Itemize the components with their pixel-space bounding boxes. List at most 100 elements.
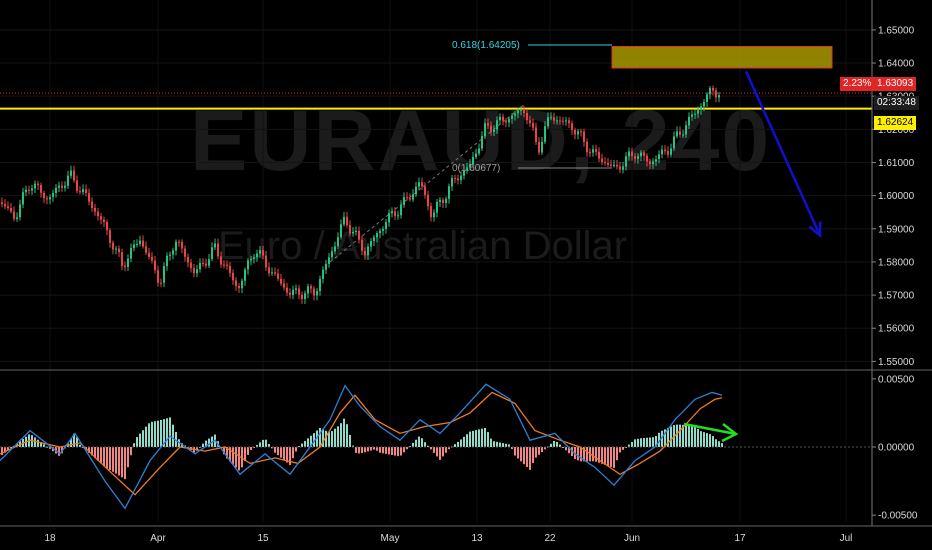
histogram-bar <box>343 418 345 447</box>
candle-body <box>379 230 381 234</box>
candle-body <box>292 289 294 296</box>
candle-body <box>571 123 573 130</box>
histogram-bar <box>37 439 39 447</box>
candle-body <box>217 243 219 257</box>
histogram-bar <box>532 447 534 464</box>
candle-body <box>499 116 501 121</box>
histogram-bar <box>334 428 336 447</box>
histogram-bar <box>676 424 678 447</box>
candle-body <box>520 109 522 111</box>
candle-body <box>163 266 165 283</box>
histogram-bar <box>529 447 531 470</box>
candle-body <box>433 212 435 217</box>
histogram-bar <box>715 439 717 447</box>
candle-body <box>409 198 411 200</box>
candle-body <box>184 248 186 257</box>
histogram-bar <box>454 444 456 447</box>
histogram-bar <box>283 447 285 461</box>
candle-body <box>40 185 42 193</box>
candle-body <box>130 248 132 259</box>
histogram-bar <box>262 439 264 447</box>
candle-body <box>208 259 210 266</box>
candle-body <box>340 224 342 238</box>
histogram-bar <box>250 447 252 450</box>
candle-body <box>646 155 648 162</box>
target-zone-rect <box>611 45 833 69</box>
candle-body <box>148 252 150 257</box>
histogram-bar <box>361 447 363 454</box>
last-price-label: 1.63093 <box>874 77 917 91</box>
candle-body <box>256 253 258 258</box>
candle-body <box>412 194 414 200</box>
candle-body <box>556 120 558 122</box>
candle-body <box>688 116 690 126</box>
candle-body <box>397 215 399 217</box>
candle-body <box>532 123 534 128</box>
histogram-bar <box>328 432 330 447</box>
histogram-bar <box>709 434 711 447</box>
candle-body <box>691 114 693 117</box>
histogram-bar <box>712 436 714 447</box>
candle-body <box>262 250 264 256</box>
price-chart[interactable]: 1.650001.640001.630001.620001.610001.600… <box>0 0 932 550</box>
candle-body <box>100 216 102 220</box>
candle-body <box>268 267 270 274</box>
candle-body <box>157 270 159 283</box>
candle-body <box>352 231 354 234</box>
candle-body <box>706 94 708 103</box>
x-tick-label: 22 <box>544 533 556 544</box>
histogram-bar <box>553 441 555 447</box>
histogram-bar <box>202 443 204 447</box>
histogram-bar <box>649 437 651 447</box>
histogram-bar <box>133 443 135 447</box>
candle-body <box>31 188 33 191</box>
candle-body <box>694 113 696 115</box>
x-tick-label: Apr <box>150 533 166 544</box>
histogram-bar <box>145 426 147 447</box>
candle-body <box>103 219 105 223</box>
histogram-bar <box>442 447 444 457</box>
candle-body <box>259 250 261 254</box>
histogram-bar <box>208 438 210 447</box>
candle-body <box>61 185 63 188</box>
candle-body <box>325 263 327 270</box>
candle-body <box>13 211 15 219</box>
histogram-bar <box>430 447 432 450</box>
histogram-bar <box>493 441 495 447</box>
histogram-bar <box>403 447 405 453</box>
candle-body <box>670 148 672 155</box>
candle-body <box>631 151 633 157</box>
candle-body <box>1 202 3 204</box>
candle-body <box>541 141 543 153</box>
candle-body <box>7 206 9 209</box>
candle-body <box>34 183 36 189</box>
candle-body <box>625 156 627 167</box>
candle-body <box>121 252 123 266</box>
histogram-bar <box>499 442 501 447</box>
candle-body <box>313 288 315 296</box>
countdown-label: 02:33:48 <box>874 96 919 110</box>
histogram-bar <box>118 447 120 476</box>
histogram-bar <box>307 438 309 447</box>
osc-y-tick-label: 0.00000 <box>878 443 915 454</box>
y-tick-label: 1.57000 <box>878 291 915 302</box>
candle-body <box>316 291 318 296</box>
candle-body <box>349 225 351 234</box>
candle-body <box>364 250 366 256</box>
histogram-bar <box>148 423 150 447</box>
histogram-bar <box>382 447 384 454</box>
candle-body <box>637 156 639 159</box>
candle-body <box>265 255 267 268</box>
histogram-bar <box>301 443 303 447</box>
fib-target-zone <box>329 44 833 263</box>
candle-body <box>46 198 48 200</box>
histogram-bar <box>160 419 162 447</box>
histogram-bar <box>58 447 60 456</box>
histogram-bar <box>538 447 540 455</box>
histogram-bar <box>292 447 294 459</box>
candle-body <box>253 257 255 259</box>
histogram-bar <box>595 447 597 462</box>
candle-body <box>547 117 549 127</box>
histogram-bar <box>139 433 141 447</box>
candle-body <box>697 110 699 114</box>
